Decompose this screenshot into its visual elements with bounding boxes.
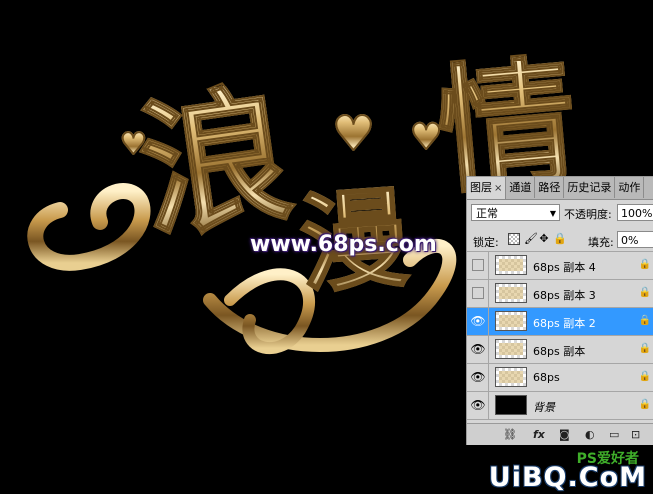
layer-list: 68ps 副本 4 🔒 68ps 副本 3 🔒 👁 68ps 副本 2 🔒 👁 … (467, 252, 653, 420)
close-icon[interactable]: × (494, 183, 502, 194)
lock-icon: 🔒 (638, 315, 651, 326)
lock-icon: 🔒 (638, 287, 651, 298)
panel-tab-bar: 图层 × 通道 路径 历史记录 动作 (467, 177, 653, 200)
move-icon[interactable]: ✥ (538, 233, 550, 245)
layer-thumbnail (495, 395, 527, 415)
visibility-toggle[interactable] (468, 280, 489, 307)
layers-panel: 图层 × 通道 路径 历史记录 动作 正常 ▼ 不透明度: 100% 锁定: 🖌 ✥ 🔒 … (466, 176, 653, 445)
brush-icon[interactable]: 🖌 (524, 233, 538, 245)
opacity-label: 不透明度: (564, 208, 612, 221)
layer-name: 68ps 副本 3 (533, 289, 596, 302)
visibility-toggle[interactable] (468, 252, 489, 279)
layer-thumbnail (495, 367, 527, 387)
folder-icon[interactable]: ▭ (609, 428, 619, 441)
chevron-down-icon: ▼ (549, 209, 556, 218)
eye-icon: 👁 (470, 398, 486, 412)
layer-row[interactable]: 68ps 副本 4 🔒 (467, 252, 653, 280)
layer-row[interactable]: 68ps 副本 3 🔒 (467, 280, 653, 308)
fill-label: 填充: (588, 236, 614, 249)
blend-mode-select[interactable]: 正常 ▼ (471, 204, 560, 221)
layer-row-selected[interactable]: 👁 68ps 副本 2 🔒 (467, 308, 653, 336)
layer-thumbnail (495, 283, 527, 303)
tab-history[interactable]: 历史记录 (564, 177, 616, 198)
adjustment-icon[interactable]: ◐ (585, 428, 595, 441)
eye-icon: 👁 (470, 370, 486, 384)
lock-row: 锁定: 🖌 ✥ 🔒 填充: 0% (467, 229, 653, 252)
lock-label: 锁定: (473, 236, 499, 249)
lock-icon: 🔒 (638, 399, 651, 410)
heart-icon: ♥ (331, 106, 376, 162)
heart-icon: ♥ (119, 127, 148, 162)
layer-thumbnail (495, 255, 527, 275)
blend-mode-value: 正常 (476, 207, 498, 220)
lock-icon: 🔒 (638, 371, 651, 382)
fx-icon[interactable]: fx (533, 428, 545, 441)
link-icon[interactable]: ⛓ (503, 428, 517, 441)
heart-icon: ♥ (409, 117, 443, 158)
layer-row[interactable]: 👁 68ps 🔒 (467, 364, 653, 392)
layer-row[interactable]: 👁 背景 🔒 (467, 392, 653, 420)
eye-icon: 👁 (470, 314, 486, 328)
opacity-input[interactable]: 100% (617, 204, 653, 221)
eye-icon: 👁 (470, 342, 486, 356)
lock-transparency-icon[interactable] (508, 233, 520, 245)
lock-icon: 🔒 (638, 259, 651, 270)
layer-thumbnail (495, 339, 527, 359)
visibility-toggle[interactable]: 👁 (468, 308, 489, 335)
tab-layers[interactable]: 图层 × (467, 177, 507, 199)
layer-name: 68ps 副本 (533, 345, 586, 358)
lock-icon[interactable]: 🔒 (553, 233, 567, 245)
brand-logo-text: UiBQ.CoM (488, 462, 647, 493)
new-layer-icon[interactable]: ⊡ (631, 428, 640, 441)
mask-icon[interactable]: ◙ (559, 428, 570, 441)
layer-name: 68ps 副本 2 (533, 317, 596, 330)
tab-actions[interactable]: 动作 (615, 177, 645, 198)
tab-channels[interactable]: 通道 (506, 177, 536, 198)
layer-name: 68ps (533, 371, 560, 384)
artwork-char-1: 浪 (127, 64, 302, 261)
tab-label: 图层 (470, 181, 492, 194)
panel-bottom-bar: ⛓ fx ◙ ◐ ▭ ⊡ (467, 423, 653, 445)
hidden-box-icon (472, 259, 484, 271)
lock-icon: 🔒 (638, 343, 651, 354)
layer-thumbnail (495, 311, 527, 331)
watermark-text: www.68ps.com (250, 232, 437, 257)
visibility-toggle[interactable]: 👁 (468, 392, 489, 419)
fill-input[interactable]: 0% (617, 231, 653, 248)
visibility-toggle[interactable]: 👁 (468, 364, 489, 391)
layer-name: 68ps 副本 4 (533, 261, 596, 274)
layer-name: 背景 (533, 401, 555, 414)
blend-row: 正常 ▼ 不透明度: 100% (467, 201, 653, 225)
hidden-box-icon (472, 287, 484, 299)
visibility-toggle[interactable]: 👁 (468, 336, 489, 363)
layer-row[interactable]: 👁 68ps 副本 🔒 (467, 336, 653, 364)
tab-paths[interactable]: 路径 (535, 177, 565, 198)
